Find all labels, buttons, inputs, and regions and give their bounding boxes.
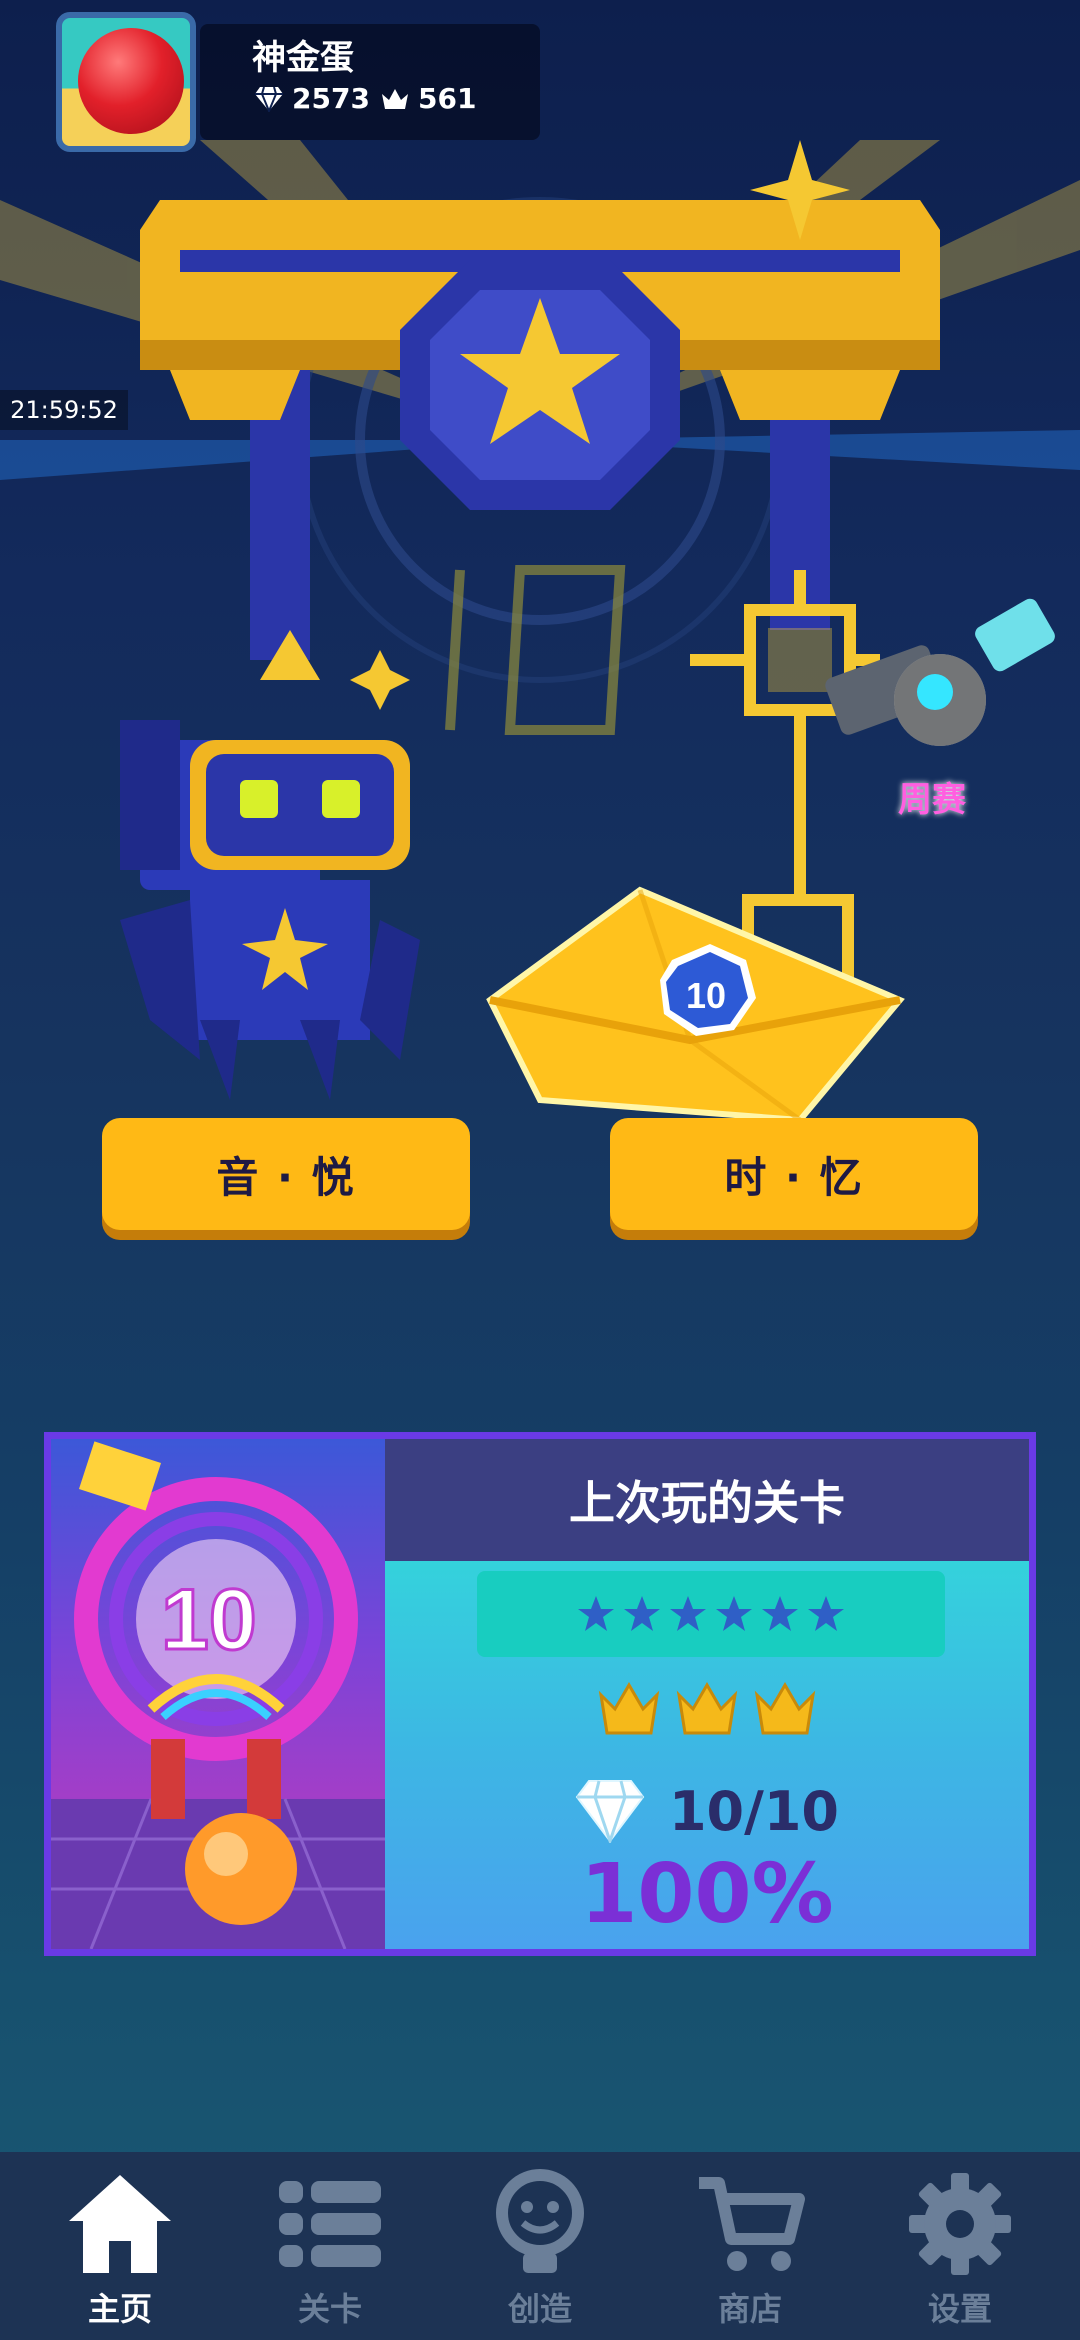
list-icon [279,2181,381,2267]
diamond-count-value: 2573 [292,82,370,115]
completion-percent: 100% [580,1847,834,1942]
nav-create[interactable]: 创造 [432,2152,648,2340]
nav-shop[interactable]: 商店 [642,2152,858,2340]
home-icon [69,2175,171,2273]
cart-icon [699,2177,805,2271]
bottom-nav: 主页 关卡 创造 商店 设置 [0,2152,1080,2340]
mode-music-button[interactable]: 音 · 悦 [102,1118,470,1230]
thumbnail-number: 10 [161,1572,257,1668]
last-played-card[interactable]: 10 上次玩的关卡 10/10 100% [44,1432,1036,1956]
star-icon [670,1596,706,1631]
crown-icon [676,1682,738,1735]
crown-rating [385,1677,1029,1757]
clock: 21:59:52 [0,390,128,430]
star-icon [624,1596,660,1631]
gem-progress: 10/10 [385,1771,1029,1851]
nav-home[interactable]: 主页 [12,2152,228,2340]
nav-create-label: 创造 [507,2290,572,2328]
star-icon [578,1596,614,1631]
diamond-icon [575,1780,645,1843]
diamond-count: 2573 [254,82,370,115]
diamond-icon [255,86,283,112]
avatar-ball-icon [78,28,184,134]
star-icon [808,1596,844,1631]
nav-settings-label: 设置 [927,2290,992,2328]
weekly-event-label[interactable]: 周赛 [898,772,966,821]
mode-memory-button[interactable]: 时 · 忆 [610,1118,978,1230]
hero-artwork: 10 [0,140,1080,1124]
crown-count: 561 [380,82,476,115]
crown-count-value: 561 [418,82,477,115]
crown-icon [598,1682,660,1735]
last-played-title: 上次玩的关卡 [385,1439,1029,1561]
nav-settings[interactable]: 设置 [852,2152,1068,2340]
level-thumbnail: 10 [51,1439,385,1949]
profile-panel [200,24,540,140]
nav-shop-label: 商店 [717,2290,782,2328]
lightbulb-icon [496,2169,584,2273]
gear-icon [909,2173,1011,2275]
nav-levels[interactable]: 关卡 [222,2152,438,2340]
crown-icon [382,88,408,109]
nav-levels-label: 关卡 [297,2290,362,2328]
level-stats: 10/10 100% [385,1561,1029,1949]
nav-home-label: 主页 [87,2290,152,2328]
star-rating [477,1571,945,1657]
star-icon [762,1596,798,1631]
svg-text:10: 10 [686,975,726,1016]
player-name: 神金蛋 [252,38,354,78]
star-icon [716,1596,752,1631]
avatar[interactable] [56,12,196,152]
gem-progress-value: 10/10 [668,1779,839,1843]
crown-icon [754,1682,816,1735]
